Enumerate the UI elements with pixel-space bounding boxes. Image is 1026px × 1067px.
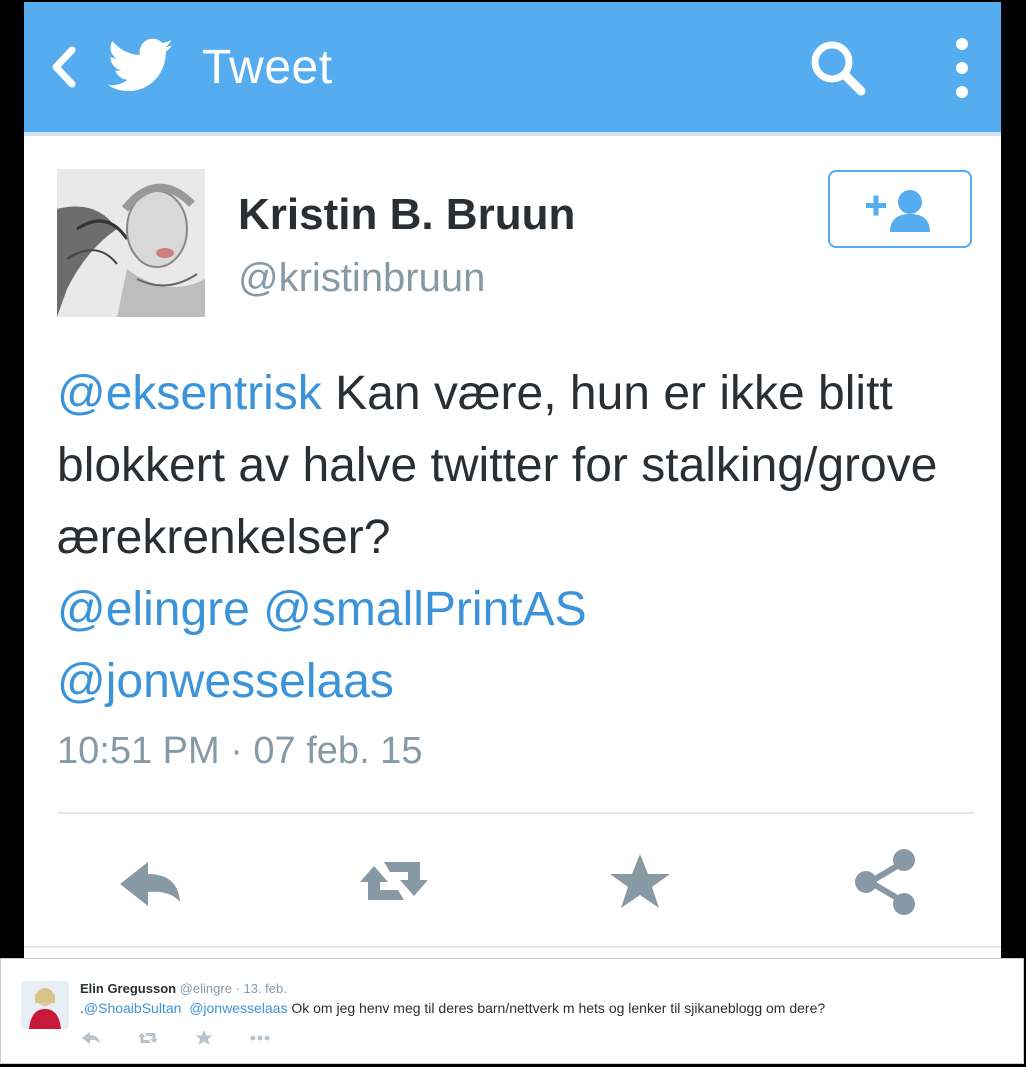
mention-link[interactable]: @jonwesselaas [189, 1000, 287, 1016]
more-icon[interactable] [248, 1029, 272, 1047]
card-divider [24, 946, 1001, 948]
reply-icon[interactable] [114, 846, 194, 916]
divider [57, 812, 975, 814]
favorite-star-icon[interactable] [600, 846, 680, 916]
mention-link[interactable]: @ShoaibSultan [84, 1000, 182, 1016]
retweet-icon[interactable] [136, 1029, 160, 1047]
page-title: Tweet [202, 41, 333, 94]
favorite-star-icon[interactable] [192, 1029, 216, 1047]
author-name[interactable]: Kristin B. Bruun [238, 190, 575, 240]
follow-button[interactable] [828, 170, 972, 248]
more-vertical-icon[interactable] [948, 36, 976, 100]
author-avatar[interactable] [57, 169, 205, 317]
tweet-text: @eksentrisk Kan være, hun er ikke blitt … [57, 358, 957, 718]
add-user-icon [866, 190, 930, 232]
reply-author-name[interactable]: Elin Gregusson [80, 981, 176, 996]
reply-icon[interactable] [80, 1029, 104, 1047]
reply-date[interactable]: · 13. feb. [236, 981, 287, 996]
tweet-timestamp: 10:51 PM · 07 feb. 15 [57, 730, 423, 772]
app-header: Tweet [24, 2, 1001, 136]
share-icon[interactable] [846, 846, 926, 916]
search-icon[interactable] [808, 38, 868, 98]
avatar-photo-image [21, 981, 69, 1029]
avatar-sketch-image [57, 169, 205, 317]
embedded-tweet: Elin Gregusson @elingre · 13. feb. .@Sho… [0, 958, 1024, 1064]
tweet-detail-screen: Tweet Kristin B. Bruun @kristinbruun @ek… [24, 2, 1001, 958]
reply-text: .@ShoaibSultan @jonwesselaas Ok om jeg h… [80, 1000, 825, 1016]
chevron-left-icon[interactable] [44, 42, 84, 92]
mention-link[interactable]: @elingre [57, 583, 250, 636]
reply-header: Elin Gregusson @elingre · 13. feb. [80, 981, 287, 996]
author-handle[interactable]: @kristinbruun [238, 256, 485, 301]
reply-body: Ok om jeg henv meg til deres barn/nettve… [287, 1000, 826, 1016]
retweet-icon[interactable] [354, 846, 434, 916]
twitter-bird-icon [108, 38, 173, 92]
tweet-card: Kristin B. Bruun @kristinbruun @eksentri… [24, 136, 1001, 958]
mention-link[interactable]: @smallPrintAS [263, 583, 586, 636]
reply-author-avatar[interactable] [21, 981, 69, 1029]
mention-link[interactable]: @eksentrisk [57, 367, 322, 420]
reply-author-handle[interactable]: @elingre [180, 981, 232, 996]
mention-link[interactable]: @jonwesselaas [57, 655, 394, 708]
